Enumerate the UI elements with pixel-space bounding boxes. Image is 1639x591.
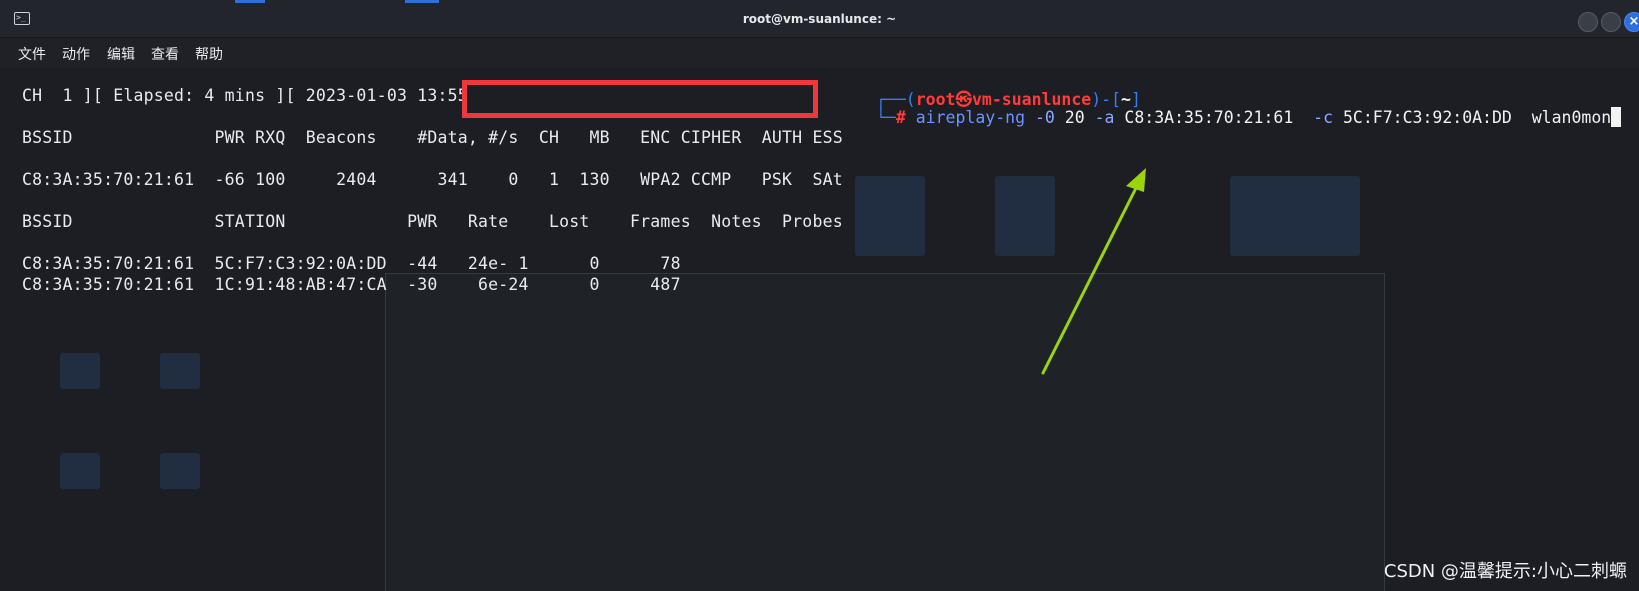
maximize-button[interactable] bbox=[1601, 12, 1621, 32]
annotation-arrow bbox=[1041, 168, 1146, 375]
csdn-watermark: CSDN @温馨提示:小心二刺螈 bbox=[1383, 561, 1627, 582]
terminal-area[interactable]: CH 1 ][ Elapsed: 4 mins ][ 2023-01-03 13… bbox=[0, 68, 1639, 591]
taskbar-accent bbox=[235, 0, 265, 3]
minimize-button[interactable] bbox=[1578, 12, 1598, 32]
window-titlebar: >_ root@vm-suanlunce: ~ × bbox=[0, 0, 1639, 38]
close-button[interactable]: × bbox=[1624, 12, 1639, 32]
menu-action[interactable]: 动作 bbox=[58, 42, 94, 66]
menu-help[interactable]: 帮助 bbox=[191, 42, 227, 66]
menu-file[interactable]: 文件 bbox=[14, 42, 50, 66]
menubar: 文件 动作 编辑 查看 帮助 bbox=[0, 38, 1639, 68]
menu-view[interactable]: 查看 bbox=[147, 42, 183, 66]
menu-edit[interactable]: 编辑 bbox=[103, 42, 139, 66]
window-title: root@vm-suanlunce: ~ bbox=[742, 12, 897, 26]
taskbar-accent bbox=[405, 0, 439, 3]
